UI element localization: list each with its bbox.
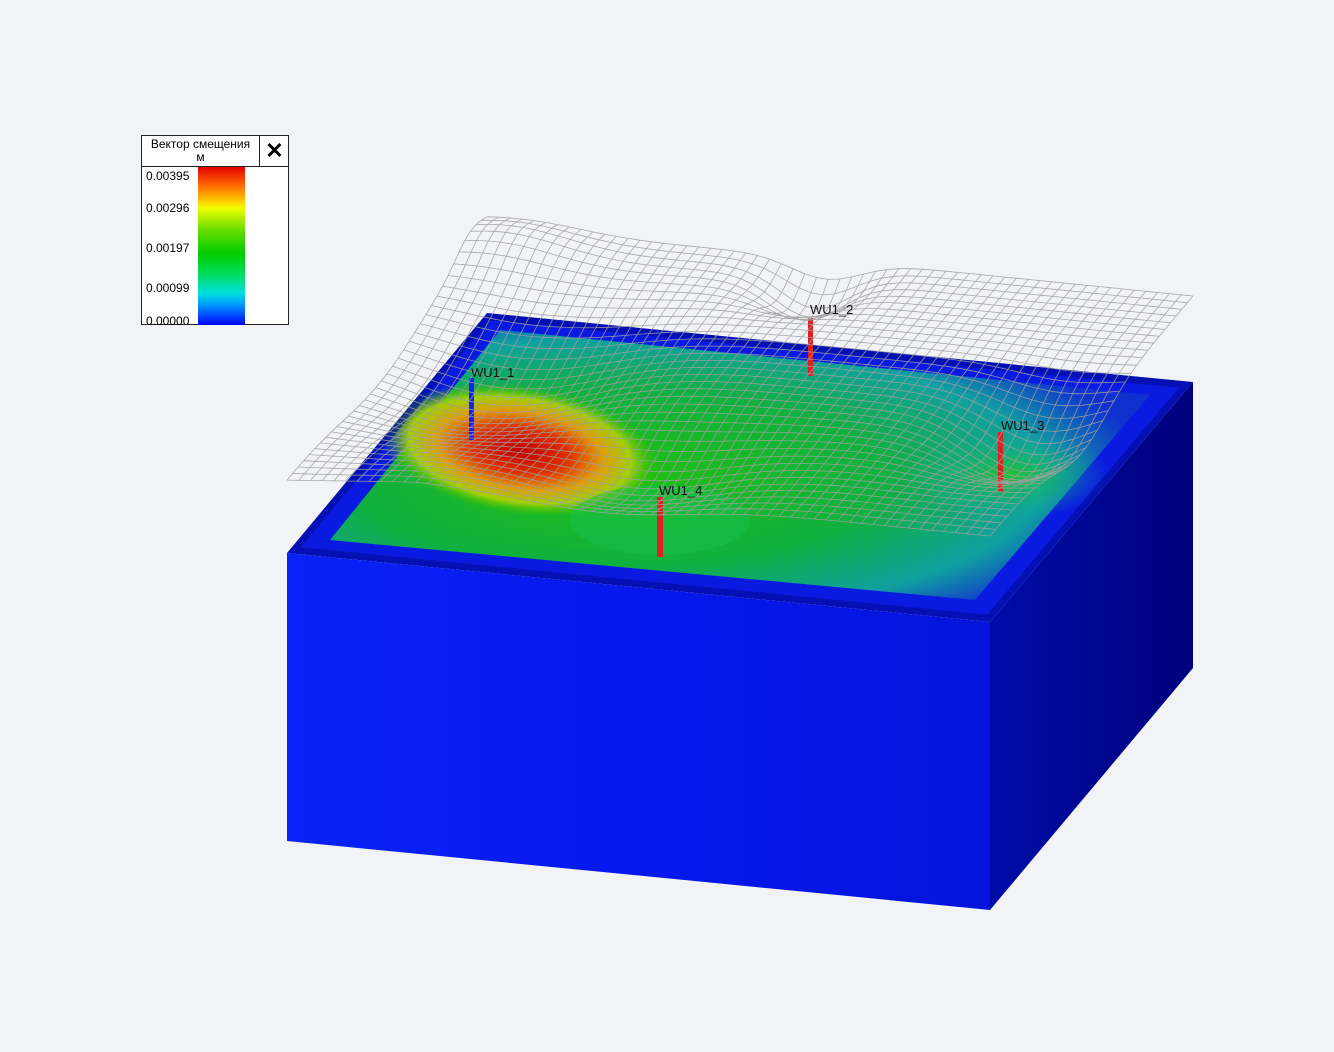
legend-tick-mid: 0.00197 — [146, 241, 190, 255]
well-label-wu1-1: WU1_1 — [471, 365, 515, 380]
well-label-wu1-3: WU1_3 — [1001, 418, 1045, 433]
legend-unit: м — [196, 150, 205, 164]
legend-color-bar — [198, 167, 245, 325]
close-icon[interactable]: ✕ — [260, 136, 289, 167]
well-label-wu1-4: WU1_4 — [659, 483, 703, 498]
3d-viewport[interactable]: WU1_1 WU1_2 WU1_3 WU1_4 Вектор смещения … — [0, 0, 1334, 1052]
legend-tick-max: 0.00395 — [146, 169, 190, 183]
legend-tick-high: 0.00296 — [146, 201, 190, 215]
well-label-wu1-2: WU1_2 — [810, 302, 854, 317]
color-legend: Вектор смещения м ✕ 0.00395 0.00296 0.00… — [141, 135, 289, 328]
legend-title: Вектор смещения м — [142, 136, 260, 167]
legend-tick-min: 0.00000 — [146, 314, 190, 328]
legend-tick-low: 0.00099 — [146, 281, 190, 295]
well-wu1-4[interactable] — [657, 497, 663, 557]
